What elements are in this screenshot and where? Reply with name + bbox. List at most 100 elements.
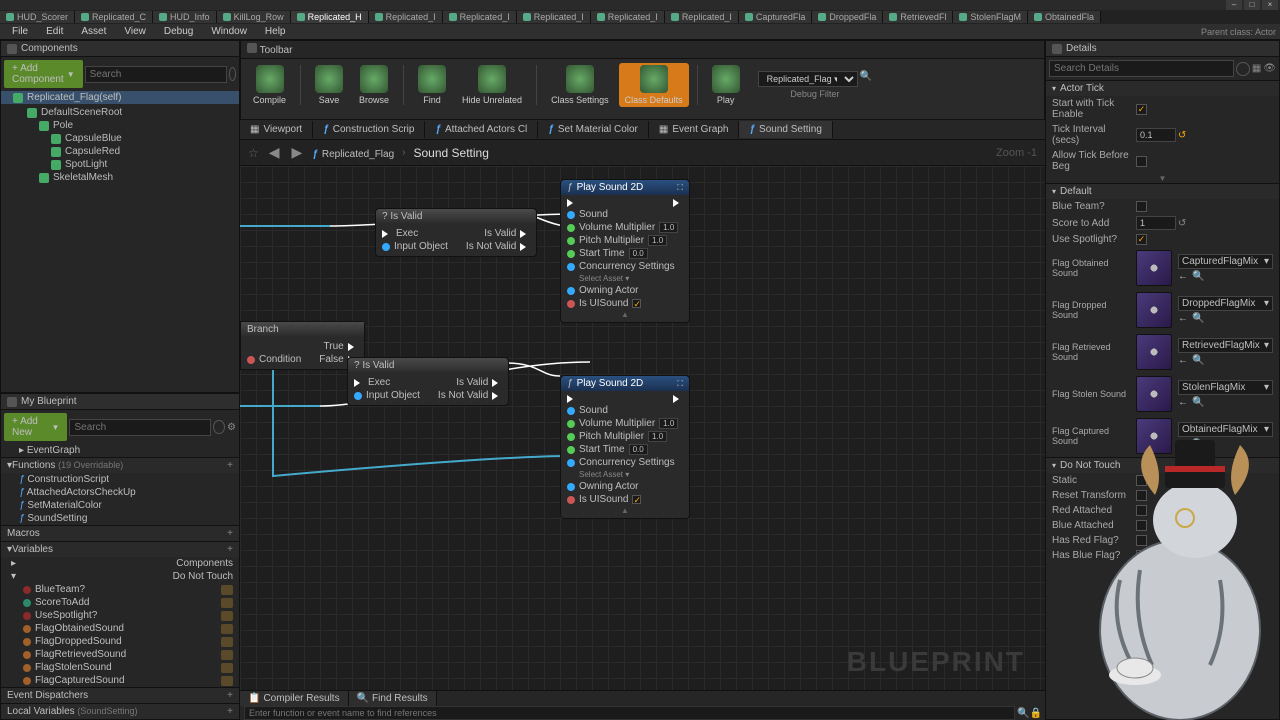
asset-dropdown[interactable]: StolenFlagMix▾ (1178, 380, 1273, 395)
debug-object-select[interactable]: Replicated_Flag ▾ (758, 71, 858, 87)
graph-tab[interactable]: ▦Event Graph (649, 121, 740, 138)
menu-edit[interactable]: Edit (38, 25, 71, 38)
allow-tick-checkbox[interactable] (1136, 156, 1147, 167)
breadcrumb-root[interactable]: Replicated_Flag (322, 149, 394, 160)
document-tab[interactable]: HUD_Info (153, 11, 217, 23)
components-search-input[interactable] (85, 66, 227, 83)
graph-tab[interactable]: ƒConstruction Scrip (313, 121, 425, 138)
component-item[interactable]: SpotLight (5, 158, 235, 171)
section-default[interactable]: ▾Default (1046, 183, 1279, 199)
node-is-valid-2[interactable]: ? Is Valid ExecIs Valid Input ObjectIs N… (347, 357, 509, 406)
node-play-sound-2d-1[interactable]: ƒ Play Sound 2D⛶SoundVolume Multiplier 1… (560, 179, 690, 323)
toolbar-class-settings-button[interactable]: Class Settings (545, 63, 615, 107)
use-asset-icon[interactable]: ← (1178, 439, 1188, 450)
menu-help[interactable]: Help (257, 25, 294, 38)
browse-asset-icon[interactable]: 🔍 (1192, 397, 1204, 408)
functions-section[interactable]: ▾Functions (19 Overridable)+ (1, 457, 239, 473)
document-tab[interactable]: StolenFlagM (953, 11, 1028, 23)
blue-team-checkbox[interactable] (1136, 201, 1147, 212)
property-checkbox[interactable] (1136, 490, 1147, 501)
asset-dropdown[interactable]: CapturedFlagMix▾ (1178, 254, 1273, 269)
component-item[interactable]: CapsuleBlue (5, 132, 235, 145)
graphs-item[interactable]: ▸ EventGraph (1, 444, 239, 457)
component-item[interactable]: SkeletalMesh (5, 171, 235, 184)
menu-file[interactable]: File (4, 25, 36, 38)
component-item[interactable]: Pole (5, 119, 235, 132)
asset-thumbnail[interactable] (1136, 418, 1172, 454)
document-tab[interactable]: Replicated_I (517, 11, 591, 23)
document-tab[interactable]: Replicated_I (665, 11, 739, 23)
reset-icon[interactable]: ↺ (1178, 218, 1186, 229)
asset-thumbnail[interactable] (1136, 292, 1172, 328)
property-matrix-icon[interactable]: ▦ (1252, 63, 1261, 74)
document-tab[interactable]: ObtainedFla (1028, 11, 1101, 23)
node-play-sound-2d-2[interactable]: ƒ Play Sound 2D⛶SoundVolume Multiplier 1… (560, 375, 690, 519)
toolbar-play-button[interactable]: Play (706, 63, 746, 107)
document-tab[interactable]: Replicated_H (291, 11, 369, 23)
search-icon[interactable] (1236, 62, 1250, 76)
property-checkbox[interactable] (1136, 520, 1147, 531)
property-checkbox[interactable] (1136, 550, 1147, 561)
asset-dropdown[interactable]: DroppedFlagMix▾ (1178, 296, 1273, 311)
add-component-button[interactable]: + Add Component▼ (4, 60, 83, 88)
component-item[interactable]: CapsuleRed (5, 145, 235, 158)
nav-forward-button[interactable]: ▶ (290, 144, 305, 161)
toolbar-hide-unrelated-button[interactable]: Hide Unrelated (456, 63, 528, 107)
menu-asset[interactable]: Asset (73, 25, 114, 38)
locals-section[interactable]: Local Variables (SoundSetting)+ (1, 703, 239, 719)
document-tab[interactable]: Replicated_I (369, 11, 443, 23)
eye-icon[interactable]: 👁 (1263, 63, 1276, 74)
toolbar-browse-button[interactable]: Browse (353, 63, 395, 107)
variables-dnt[interactable]: ▾ Do Not Touch (1, 570, 239, 583)
visibility-toggle[interactable] (221, 585, 233, 595)
use-spotlight-checkbox[interactable] (1136, 234, 1147, 245)
find-references-input[interactable] (244, 706, 1015, 720)
compiler-results-tab[interactable]: 📋Compiler Results (240, 691, 349, 706)
browse-asset-icon[interactable]: 🔍 (1192, 271, 1204, 282)
use-asset-icon[interactable]: ← (1178, 397, 1188, 408)
section-do-not-touch[interactable]: ▾Do Not Touch (1046, 457, 1279, 473)
property-checkbox[interactable] (1136, 475, 1147, 486)
visibility-toggle[interactable] (221, 637, 233, 647)
variable-item[interactable]: FlagDroppedSound (1, 635, 239, 648)
graph-tab[interactable]: ƒSet Material Color (538, 121, 649, 138)
document-tab[interactable]: Replicated_C (75, 11, 153, 23)
visibility-toggle[interactable] (221, 624, 233, 634)
use-asset-icon[interactable]: ← (1178, 313, 1188, 324)
menu-debug[interactable]: Debug (156, 25, 201, 38)
graph-tab[interactable]: ƒAttached Actors Cl (425, 121, 538, 138)
find-results-tab[interactable]: 🔍Find Results (349, 691, 437, 706)
window-close[interactable]: × (1262, 0, 1278, 10)
document-tab[interactable]: CapturedFla (739, 11, 813, 23)
variable-item[interactable]: UseSpotlight? (1, 609, 239, 622)
add-function-button[interactable]: + (227, 460, 233, 471)
component-root-item[interactable]: Replicated_Flag(self) (1, 91, 239, 104)
component-item[interactable]: DefaultSceneRoot (5, 106, 235, 119)
start-tick-checkbox[interactable] (1136, 104, 1147, 115)
toolbar-find-button[interactable]: Find (412, 63, 452, 107)
function-item[interactable]: ƒ SetMaterialColor (1, 499, 239, 512)
asset-dropdown[interactable]: ObtainedFlagMix▾ (1178, 422, 1273, 437)
search-icon[interactable] (213, 420, 225, 434)
function-item[interactable]: ƒ ConstructionScript (1, 473, 239, 486)
visibility-toggle[interactable] (221, 650, 233, 660)
browse-asset-icon[interactable]: 🔍 (1192, 439, 1204, 450)
node-is-valid-1[interactable]: ? Is Valid ExecIs Valid Input ObjectIs N… (375, 208, 537, 257)
property-checkbox[interactable] (1136, 505, 1147, 516)
document-tab[interactable]: RetrievedFl (883, 11, 953, 23)
browse-asset-icon[interactable]: 🔍 (1192, 313, 1204, 324)
variable-item[interactable]: FlagObtainedSound (1, 622, 239, 635)
visibility-toggle[interactable] (221, 676, 233, 686)
menu-window[interactable]: Window (203, 25, 255, 38)
macros-section[interactable]: Macros+ (1, 525, 239, 541)
use-asset-icon[interactable]: ← (1178, 355, 1188, 366)
settings-icon[interactable]: ⚙ (227, 422, 236, 433)
variables-components[interactable]: ▸ Components (1, 557, 239, 570)
asset-thumbnail[interactable] (1136, 376, 1172, 412)
search-icon[interactable]: 🔍 (1017, 708, 1029, 719)
visibility-toggle[interactable] (221, 598, 233, 608)
document-tab[interactable]: KillLog_Row (217, 11, 291, 23)
graph-tab[interactable]: ƒSound Setting (739, 121, 832, 138)
document-tab[interactable]: Replicated_I (591, 11, 665, 23)
variable-item[interactable]: FlagCapturedSound (1, 674, 239, 687)
